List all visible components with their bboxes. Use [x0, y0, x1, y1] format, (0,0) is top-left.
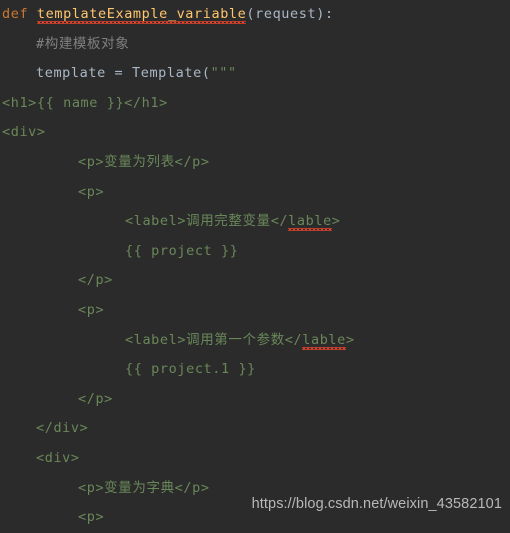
- code-token: #构建模板对象: [36, 35, 130, 52]
- code-token: </div>: [36, 420, 89, 437]
- code-line[interactable]: <p>: [0, 178, 510, 208]
- code-line[interactable]: #构建模板对象: [0, 30, 510, 60]
- code-token: <h1>{{ name }}</h1>: [2, 94, 168, 111]
- code-line[interactable]: <div>: [0, 444, 510, 474]
- code-editor[interactable]: def templateExample_variable(request): #构…: [0, 0, 510, 525]
- code-line[interactable]: {{ project.1 }}: [0, 355, 510, 385]
- code-line[interactable]: def templateExample_variable(request):: [0, 0, 510, 30]
- code-token: """: [210, 65, 237, 82]
- code-token: <p>: [78, 301, 105, 318]
- code-token: <label>调用完整变量</: [125, 213, 289, 230]
- code-token: template = Template(: [36, 65, 211, 82]
- code-line[interactable]: {{ project }}: [0, 237, 510, 267]
- code-token: </p>: [78, 272, 113, 289]
- code-token: >: [331, 213, 341, 230]
- code-token: (request):: [246, 6, 334, 22]
- code-line[interactable]: <label>调用第一个参数</lable>: [0, 326, 510, 356]
- code-token: </p>: [78, 390, 113, 407]
- code-line[interactable]: template = Template(""": [0, 59, 510, 89]
- code-line[interactable]: <p>变量为列表</p>: [0, 148, 510, 178]
- code-token: <p>: [78, 509, 105, 526]
- code-token-error: templateExample_variable: [36, 6, 247, 22]
- code-token-error: lable: [288, 213, 332, 230]
- code-token: <p>: [78, 183, 105, 200]
- code-token: {{ project.1 }}: [125, 361, 256, 378]
- code-token: >: [345, 331, 355, 348]
- code-line[interactable]: <p>变量为字典</p>: [0, 474, 510, 504]
- code-token: <div>: [2, 124, 46, 141]
- code-line[interactable]: </p>: [0, 266, 510, 296]
- code-token: <div>: [36, 449, 80, 466]
- code-token: <label>调用第一个参数</: [125, 331, 303, 348]
- code-token-error: lable: [302, 331, 346, 348]
- code-token: {{ project }}: [125, 242, 239, 259]
- code-line[interactable]: <h1>{{ name }}</h1>: [0, 89, 510, 119]
- code-line[interactable]: <label>调用完整变量</lable>: [0, 207, 510, 237]
- code-content-area[interactable]: def templateExample_variable(request): #构…: [0, 0, 510, 533]
- code-line[interactable]: <p>: [0, 296, 510, 326]
- code-token: <p>变量为列表</p>: [78, 153, 210, 170]
- code-line[interactable]: <div>: [0, 118, 510, 148]
- code-line[interactable]: </div>: [0, 414, 510, 444]
- code-token: <p>变量为字典</p>: [78, 479, 210, 496]
- code-line[interactable]: </p>: [0, 385, 510, 415]
- code-token: def: [2, 6, 37, 22]
